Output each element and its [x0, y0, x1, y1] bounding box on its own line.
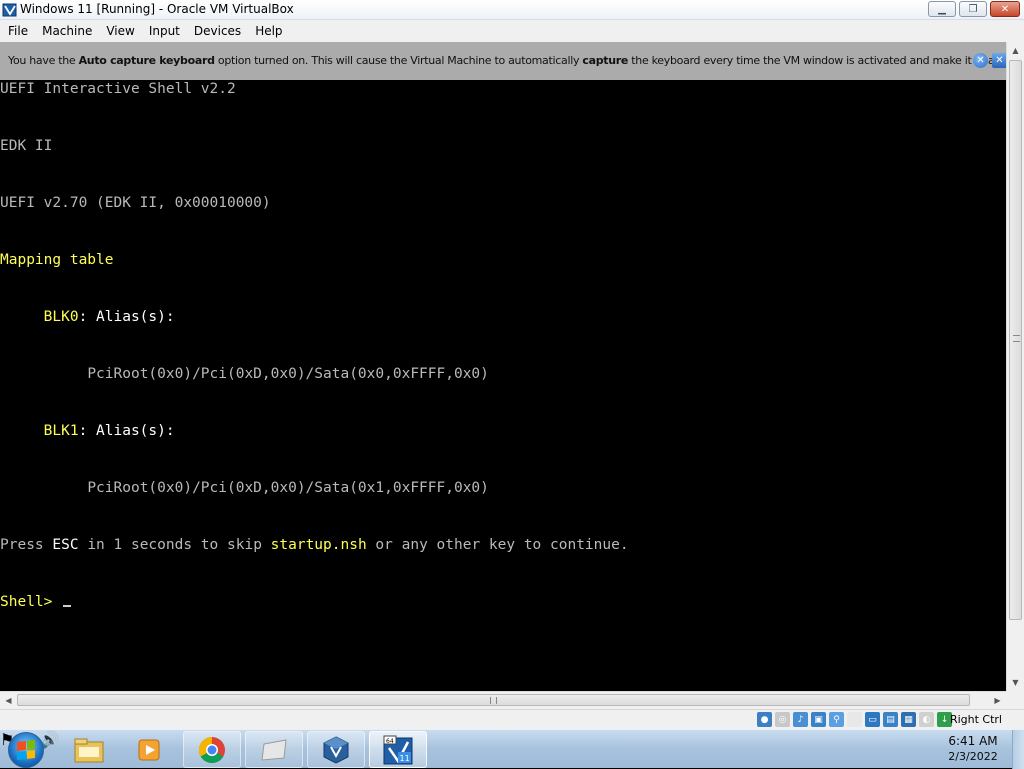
minimize-icon: ▁ [938, 3, 946, 15]
vertical-scroll-thumb[interactable] [1009, 60, 1022, 620]
usb-icon[interactable]: ⚲ [829, 712, 844, 727]
press-text: Press [0, 537, 53, 553]
close-icon: ✕ [1000, 3, 1010, 15]
scroll-left-icon[interactable]: ◀ [0, 692, 17, 709]
maximize-button[interactable]: ❐ [959, 1, 987, 17]
blk1-label: BLK1 [43, 423, 79, 439]
chrome-icon [198, 736, 225, 763]
window-title: Windows 11 [Running] - Oracle VM Virtual… [20, 2, 294, 16]
vm-windows-11-icon: 64 11 [383, 735, 413, 764]
hard-disk-icon[interactable]: ● [757, 712, 772, 727]
cpu-icon[interactable]: ▦ [901, 712, 916, 727]
show-desktop-button[interactable] [1012, 730, 1024, 769]
system-clock[interactable]: 6:41 AM 2/3/2022 [940, 733, 1006, 765]
edk-text: EDK II [0, 138, 53, 154]
folder-icon [74, 738, 104, 762]
title-bar: Windows 11 [Running] - Oracle VM Virtual… [0, 0, 1024, 20]
svg-text:11: 11 [400, 754, 410, 763]
vertical-scrollbar[interactable]: ▲ ▼ [1006, 42, 1024, 691]
clock-date: 2/3/2022 [948, 750, 998, 763]
taskbar-media-player[interactable] [121, 731, 179, 768]
esc-key-text: ESC [52, 537, 79, 553]
console-line: UEFI v2.70 (EDK II, 0x00010000) [0, 194, 1006, 213]
notification-close-icon[interactable]: ✕ [973, 53, 988, 68]
shared-folders-icon[interactable] [847, 712, 862, 727]
press-post-text: or any other key to continue. [366, 537, 629, 553]
taskbar-explorer[interactable] [60, 731, 118, 768]
host-key-label: Right Ctrl [949, 713, 1002, 726]
startup-script-name: startup.nsh [270, 537, 367, 553]
shell-prompt: Shell> [0, 594, 62, 610]
svg-text:64: 64 [386, 738, 394, 745]
console-line: Press ESC in 1 seconds to skip startup.n… [0, 536, 1006, 555]
horizontal-scroll-thumb[interactable] [17, 694, 970, 706]
blk1-alias: : Alias(s): [78, 423, 175, 439]
console-line: PciRoot(0x0)/Pci(0xD,0x0)/Sata(0x1,0xFFF… [0, 479, 1006, 498]
optical-drive-icon[interactable]: ◎ [775, 712, 790, 727]
menu-machine[interactable]: Machine [36, 24, 98, 38]
scroll-up-icon[interactable]: ▲ [1007, 42, 1024, 59]
menu-help[interactable]: Help [249, 24, 288, 38]
media-player-icon [138, 739, 160, 760]
menu-bar: File Machine View Input Devices Help [0, 20, 1024, 42]
vm-display[interactable]: UEFI Interactive Shell v2.2 EDK II UEFI … [0, 42, 1006, 691]
menu-view[interactable]: View [100, 24, 140, 38]
clock-time: 6:41 AM [948, 734, 998, 748]
scroll-right-icon[interactable]: ▶ [989, 692, 1006, 709]
vm-status-bar: ● ◎ ♪ ▣ ⚲ ▭ ▤ ▦ ◐ ↓ Right Ctrl [0, 709, 1024, 729]
virtualbox-icon [2, 3, 17, 17]
blk0-path: PciRoot(0x0)/Pci(0xD,0x0)/Sata(0x0,0xFFF… [87, 366, 489, 382]
network-icon[interactable]: ▣ [811, 712, 826, 727]
notification-message: You have the Auto capture keyboard optio… [8, 54, 1024, 67]
blk0-alias: : Alias(s): [78, 309, 175, 325]
horizontal-scrollbar[interactable]: ◀ ▶ [0, 691, 1006, 709]
console-line: BLK1: Alias(s): [0, 422, 1006, 441]
shell-version-text: UEFI Interactive Shell v2.2 [0, 81, 236, 97]
start-button[interactable] [8, 732, 44, 768]
mouse-integration-icon[interactable]: ◐ [919, 712, 934, 727]
taskbar-chrome[interactable] [183, 731, 241, 768]
console-line: Shell> [0, 593, 1006, 612]
taskbar: 64 11 ⚑ ▣ 🔊 6:41 AM 2/3/2022 [0, 729, 1024, 769]
notification-dismiss-forever-icon[interactable]: ✕ [992, 53, 1007, 68]
minimize-button[interactable]: ▁ [928, 1, 956, 17]
console-line: EDK II [0, 137, 1006, 156]
console-line: PciRoot(0x0)/Pci(0xD,0x0)/Sata(0x0,0xFFF… [0, 365, 1006, 384]
console-line: UEFI Interactive Shell v2.2 [0, 80, 1006, 99]
taskbar-windows-11-vm[interactable]: 64 11 [369, 731, 427, 768]
video-capture-icon[interactable]: ▤ [883, 712, 898, 727]
virtualbox-manager-icon [323, 735, 349, 764]
press-mid-text: in 1 seconds to skip [78, 537, 271, 553]
console-line: BLK0: Alias(s): [0, 308, 1006, 327]
uefi-version-text: UEFI v2.70 (EDK II, 0x00010000) [0, 195, 271, 211]
console-line: Mapping table [0, 251, 1006, 270]
audio-icon[interactable]: ♪ [793, 712, 808, 727]
uefi-shell-console: UEFI Interactive Shell v2.2 EDK II UEFI … [0, 42, 1006, 650]
maximize-icon: ❐ [968, 3, 978, 15]
scrollbar-corner [1006, 691, 1024, 709]
blk1-path: PciRoot(0x0)/Pci(0xD,0x0)/Sata(0x1,0xFFF… [87, 480, 489, 496]
taskbar-app-window[interactable] [245, 731, 303, 768]
mapping-table-heading: Mapping table [0, 252, 114, 268]
close-button[interactable]: ✕ [990, 1, 1020, 17]
text-cursor [63, 605, 72, 607]
menu-devices[interactable]: Devices [188, 24, 247, 38]
taskbar-virtualbox[interactable] [307, 731, 365, 768]
app-window-icon [261, 738, 287, 761]
menu-input[interactable]: Input [143, 24, 186, 38]
auto-capture-notification: You have the Auto capture keyboard optio… [0, 42, 1024, 80]
blk0-label: BLK0 [43, 309, 79, 325]
scroll-down-icon[interactable]: ▼ [1007, 674, 1024, 691]
menu-file[interactable]: File [2, 24, 34, 38]
windows-logo-icon [17, 740, 35, 760]
display-icon[interactable]: ▭ [865, 712, 880, 727]
